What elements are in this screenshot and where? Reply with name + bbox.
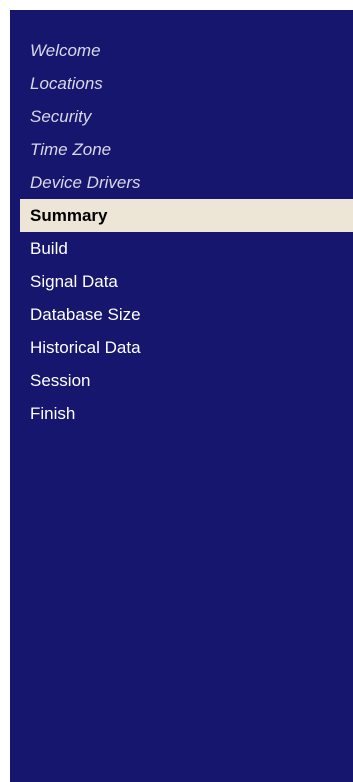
wizard-frame: Welcome Locations Security Time Zone Dev… (0, 0, 353, 782)
step-device-drivers: Device Drivers (30, 173, 141, 192)
step-summary-current: Summary (20, 199, 353, 232)
step-security: Security (30, 107, 92, 126)
step-locations: Locations (30, 74, 103, 93)
step-signal-data: Signal Data (30, 272, 118, 291)
step-historical-data: Historical Data (30, 338, 141, 357)
wizard-steps-list: Welcome Locations Security Time Zone Dev… (10, 34, 353, 430)
wizard-steps-panel: Welcome Locations Security Time Zone Dev… (10, 10, 353, 782)
step-build: Build (30, 239, 68, 258)
step-session: Session (30, 371, 91, 390)
step-time-zone: Time Zone (30, 140, 112, 159)
step-welcome: Welcome (30, 41, 101, 60)
step-finish: Finish (30, 404, 76, 423)
step-database-size: Database Size (30, 305, 141, 324)
